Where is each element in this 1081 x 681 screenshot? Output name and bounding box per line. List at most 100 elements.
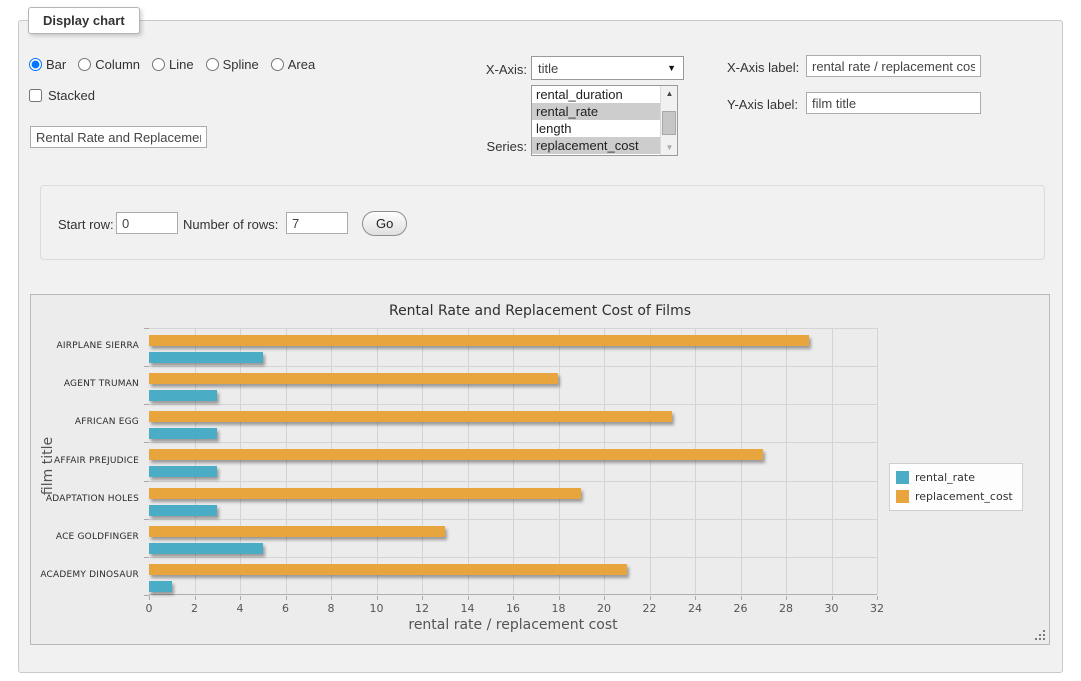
bar-rental-rate (149, 390, 217, 401)
scroll-up-icon[interactable]: ▲ (661, 86, 678, 101)
x-axis-selected-value: title (538, 61, 558, 76)
chart-type-radio-bar[interactable] (29, 58, 42, 71)
gridline (149, 519, 877, 520)
chevron-down-icon: ▼ (667, 63, 676, 73)
x-tick-label: 30 (812, 602, 852, 615)
bar-rental-rate (149, 543, 263, 554)
x-tick-mark (741, 596, 742, 600)
x-tick-label: 20 (584, 602, 624, 615)
scroll-down-icon[interactable]: ▼ (661, 140, 678, 155)
x-axis-label-input[interactable] (806, 55, 981, 77)
bar-replacement-cost (149, 449, 763, 460)
start-row-input[interactable] (116, 212, 178, 234)
legend-swatch (896, 471, 909, 484)
chart: Rental Rate and Replacement Cost of Film… (30, 294, 1050, 645)
chart-type-label: Bar (46, 57, 66, 72)
gridline (513, 328, 514, 594)
x-tick-label: 14 (448, 602, 488, 615)
bar-rental-rate (149, 505, 217, 516)
bar-replacement-cost (149, 488, 581, 499)
x-axis-field-label: X-Axis: (445, 62, 527, 77)
gridline (559, 328, 560, 594)
x-tick-label: 26 (721, 602, 761, 615)
y-tick-mark (144, 595, 149, 596)
gridline (741, 328, 742, 594)
y-tick-mark (144, 366, 149, 367)
x-axis-title: rental rate / replacement cost (149, 617, 877, 633)
gridline (786, 328, 787, 594)
x-tick-mark (877, 596, 878, 600)
legend-entry: replacement_cost (896, 487, 1013, 506)
series-option[interactable]: rental_rate (532, 103, 677, 120)
gridline (286, 328, 287, 594)
x-tick-label: 8 (311, 602, 351, 615)
y-tick-mark (144, 557, 149, 558)
bar-replacement-cost (149, 373, 558, 384)
go-button[interactable]: Go (362, 211, 407, 236)
gridline (877, 328, 878, 594)
y-tick-mark (144, 328, 149, 329)
x-axis-select[interactable]: title ▼ (531, 56, 684, 80)
x-tick-label: 16 (493, 602, 533, 615)
x-tick-mark (650, 596, 651, 600)
gridline (377, 328, 378, 594)
resize-handle-icon[interactable] (1035, 630, 1046, 641)
chart-type-option-line: Line (152, 57, 194, 72)
gridline (331, 328, 332, 594)
gridline (149, 328, 877, 329)
chart-type-radio-spline[interactable] (206, 58, 219, 71)
x-tick-label: 32 (857, 602, 897, 615)
bar-replacement-cost (149, 526, 445, 537)
bar-rental-rate (149, 428, 217, 439)
scrollbar[interactable]: ▲ ▼ (660, 86, 677, 155)
chart-title: Rental Rate and Replacement Cost of Film… (31, 303, 1049, 319)
stacked-checkbox[interactable] (29, 89, 42, 102)
x-tick-mark (149, 596, 150, 600)
chart-type-option-column: Column (78, 57, 140, 72)
gridline (149, 366, 877, 367)
bar-rental-rate (149, 466, 217, 477)
chart-type-label: Column (95, 57, 140, 72)
chart-type-radio-area[interactable] (271, 58, 284, 71)
x-tick-mark (559, 596, 560, 600)
series-option[interactable]: length (532, 120, 677, 137)
category-label: ADAPTATION HOLES (31, 494, 139, 504)
legend-label: replacement_cost (915, 490, 1013, 503)
scrollbar-thumb[interactable] (662, 111, 676, 135)
gridline (240, 328, 241, 594)
gridline (832, 328, 833, 594)
chart-type-option-spline: Spline (206, 57, 259, 72)
series-listbox[interactable]: rental_durationrental_ratelengthreplacem… (531, 85, 678, 156)
x-tick-mark (195, 596, 196, 600)
x-axis-label-field-label: X-Axis label: (727, 60, 799, 75)
category-label: ACE GOLDFINGER (31, 532, 139, 542)
category-label: AIRPLANE SIERRA (31, 341, 139, 351)
num-rows-label: Number of rows: (183, 217, 278, 232)
plot-area (149, 328, 877, 595)
x-tick-label: 4 (220, 602, 260, 615)
chart-type-radio-column[interactable] (78, 58, 91, 71)
y-axis-label-input[interactable] (806, 92, 981, 114)
chart-type-label: Area (288, 57, 315, 72)
y-tick-mark (144, 519, 149, 520)
gridline (650, 328, 651, 594)
x-tick-mark (377, 596, 378, 600)
series-option[interactable]: replacement_cost (532, 137, 677, 154)
num-rows-input[interactable] (286, 212, 348, 234)
chart-type-radio-group: Bar Column Line Spline Area (29, 57, 323, 72)
x-tick-mark (786, 596, 787, 600)
x-tick-label: 2 (175, 602, 215, 615)
x-tick-mark (331, 596, 332, 600)
series-field-label: Series: (445, 139, 527, 154)
x-tick-mark (604, 596, 605, 600)
bar-replacement-cost (149, 411, 672, 422)
bar-replacement-cost (149, 335, 809, 346)
chart-title-input[interactable] (30, 126, 207, 148)
y-tick-mark (144, 481, 149, 482)
gridline (195, 328, 196, 594)
y-axis-label-field-label: Y-Axis label: (727, 97, 798, 112)
chart-legend: rental_ratereplacement_cost (889, 463, 1023, 511)
series-option[interactable]: rental_duration (532, 86, 677, 103)
x-tick-mark (832, 596, 833, 600)
chart-type-radio-line[interactable] (152, 58, 165, 71)
